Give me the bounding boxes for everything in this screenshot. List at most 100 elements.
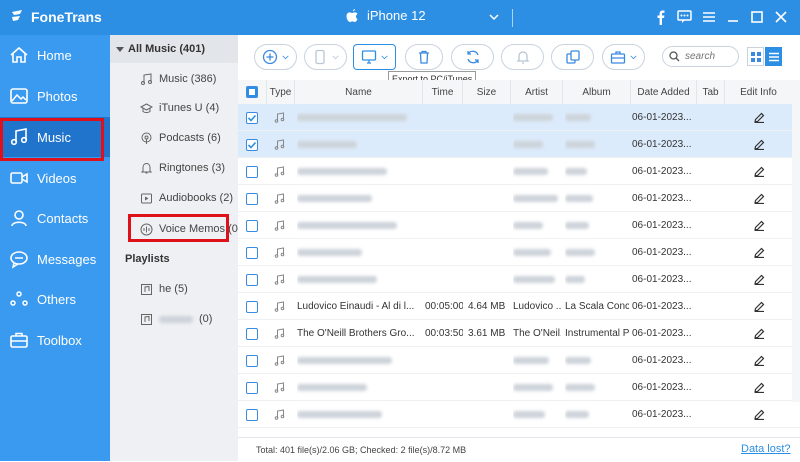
close-icon[interactable] xyxy=(773,9,789,25)
time-cell: 00:05:00 xyxy=(425,293,463,320)
row-checkbox[interactable] xyxy=(246,408,258,421)
bell-icon xyxy=(515,51,530,64)
row-checkbox[interactable] xyxy=(246,273,258,286)
row-checkbox[interactable] xyxy=(246,381,258,394)
library-item-voice-memos[interactable]: Voice Memos (0) xyxy=(140,219,242,239)
table-row[interactable]: Ludovico Einaudi - Al di l... 00:05:00 4.6… xyxy=(238,293,800,320)
table-row[interactable]: 06-01-2023... xyxy=(238,374,800,401)
row-checkbox[interactable] xyxy=(246,111,258,124)
sidebar-item-home[interactable]: Home xyxy=(0,35,110,75)
column-header-size[interactable]: Size xyxy=(462,80,510,104)
type-cell xyxy=(274,158,294,185)
playlist-item[interactable]: (0) xyxy=(140,309,212,329)
row-checkbox[interactable] xyxy=(246,246,258,259)
export-to-pc-button[interactable] xyxy=(353,44,396,70)
sidebar-item-photos[interactable]: Photos xyxy=(0,76,110,116)
feedback-icon[interactable] xyxy=(676,9,692,25)
music-note-icon xyxy=(274,112,285,123)
type-cell xyxy=(274,374,294,401)
table-row[interactable]: 06-01-2023... xyxy=(238,158,800,185)
row-checkbox-cell xyxy=(246,185,262,212)
sidebar-item-videos[interactable]: Videos xyxy=(0,158,110,198)
add-button[interactable] xyxy=(254,44,297,70)
sidebar-item-toolbox[interactable]: Toolbox xyxy=(0,320,110,360)
column-header-time[interactable]: Time xyxy=(422,80,462,104)
table-row[interactable]: 06-01-2023... xyxy=(238,212,800,239)
library-item-itunes-u[interactable]: iTunes U (4) xyxy=(140,98,219,118)
column-header-album[interactable]: Album xyxy=(562,80,630,104)
row-checkbox[interactable] xyxy=(246,165,258,178)
row-checkbox[interactable] xyxy=(246,354,258,367)
playlist-item[interactable]: he (5) xyxy=(140,279,188,299)
table-row[interactable]: 06-01-2023... xyxy=(238,266,800,293)
data-lost-link[interactable]: Data lost? xyxy=(741,443,791,455)
delete-button[interactable] xyxy=(405,44,443,70)
edit-pencil-icon[interactable] xyxy=(754,112,765,123)
search-box[interactable] xyxy=(662,46,739,67)
edit-pencil-icon[interactable] xyxy=(754,193,765,204)
sidebar-item-music[interactable]: Music xyxy=(0,117,110,157)
all-music-header[interactable]: All Music (401) xyxy=(110,35,238,63)
grid-view-button[interactable] xyxy=(747,47,764,66)
export-to-device-button[interactable] xyxy=(304,44,347,70)
ringtone-maker-button[interactable] xyxy=(501,44,544,70)
edit-pencil-icon[interactable] xyxy=(754,382,765,393)
library-item-podcasts[interactable]: Podcasts (6) xyxy=(140,128,221,148)
edit-pencil-icon[interactable] xyxy=(754,409,765,420)
edit-pencil-icon[interactable] xyxy=(754,220,765,231)
sync-button[interactable] xyxy=(451,44,494,70)
chevron-down-icon[interactable] xyxy=(488,11,500,23)
edit-pencil-icon[interactable] xyxy=(754,166,765,177)
playlist-icon xyxy=(141,313,152,325)
column-header-tab[interactable]: Tab xyxy=(696,80,724,104)
table-row[interactable]: The O'Neill Brothers Gro... 00:03:50 3.61 … xyxy=(238,320,800,347)
edit-pencil-icon[interactable] xyxy=(754,301,765,312)
blurred-album xyxy=(565,357,591,364)
maximize-icon[interactable] xyxy=(749,9,765,25)
edit-pencil-icon[interactable] xyxy=(754,274,765,285)
row-checkbox[interactable] xyxy=(246,192,258,205)
row-checkbox[interactable] xyxy=(246,300,258,313)
search-input[interactable] xyxy=(685,51,735,62)
table-row[interactable]: 06-01-2023... xyxy=(238,185,800,212)
fonetrans-logo-icon xyxy=(11,10,22,23)
column-header-date-added[interactable]: Date Added xyxy=(630,80,696,104)
menu-icon[interactable] xyxy=(701,9,717,25)
table-scrollbar[interactable] xyxy=(792,104,800,402)
toolbox-button[interactable] xyxy=(602,44,645,70)
size-cell xyxy=(468,374,510,401)
minimize-icon[interactable] xyxy=(725,9,741,25)
row-checkbox[interactable] xyxy=(246,219,258,232)
column-header-name[interactable]: Name xyxy=(294,80,422,104)
row-checkbox[interactable] xyxy=(246,138,258,151)
table-row[interactable]: 06-01-2023... xyxy=(238,131,800,158)
edit-pencil-icon[interactable] xyxy=(754,355,765,366)
table-row[interactable]: 06-01-2023... xyxy=(238,104,800,131)
library-item-music[interactable]: Music (386) xyxy=(140,69,216,89)
column-header-artist[interactable]: Artist xyxy=(510,80,562,104)
edit-pencil-icon[interactable] xyxy=(754,328,765,339)
sidebar-item-others[interactable]: Others xyxy=(0,279,110,319)
column-header-edit-info[interactable]: Edit Info xyxy=(724,80,792,104)
column-header-type[interactable]: Type xyxy=(266,80,294,104)
artist-text: Ludovico ... xyxy=(513,301,561,312)
music-note-icon xyxy=(274,139,285,150)
list-view-button[interactable] xyxy=(765,47,782,66)
edit-pencil-icon[interactable] xyxy=(754,247,765,258)
device-selector[interactable]: iPhone 12 xyxy=(346,8,426,23)
date-cell: 06-01-2023... xyxy=(632,320,694,347)
sidebar-item-contacts[interactable]: Contacts xyxy=(0,198,110,238)
library-item-audiobooks[interactable]: Audiobooks (2) xyxy=(140,188,233,208)
select-all-checkbox[interactable] xyxy=(246,86,258,98)
library-item-ringtones[interactable]: Ringtones (3) xyxy=(140,158,225,178)
music-note-icon xyxy=(274,382,285,393)
sidebar-item-messages[interactable]: Messages xyxy=(0,239,110,279)
row-checkbox[interactable] xyxy=(246,327,258,340)
edit-pencil-icon[interactable] xyxy=(754,139,765,150)
table-row[interactable]: 06-01-2023... xyxy=(238,347,800,374)
main-content: Export to PC/iTunes Type Name Time Size … xyxy=(238,35,800,462)
table-row[interactable]: 06-01-2023... xyxy=(238,239,800,266)
facebook-icon[interactable] xyxy=(652,9,668,25)
table-row[interactable]: 06-01-2023... xyxy=(238,401,800,428)
duplicate-button[interactable] xyxy=(551,44,594,70)
